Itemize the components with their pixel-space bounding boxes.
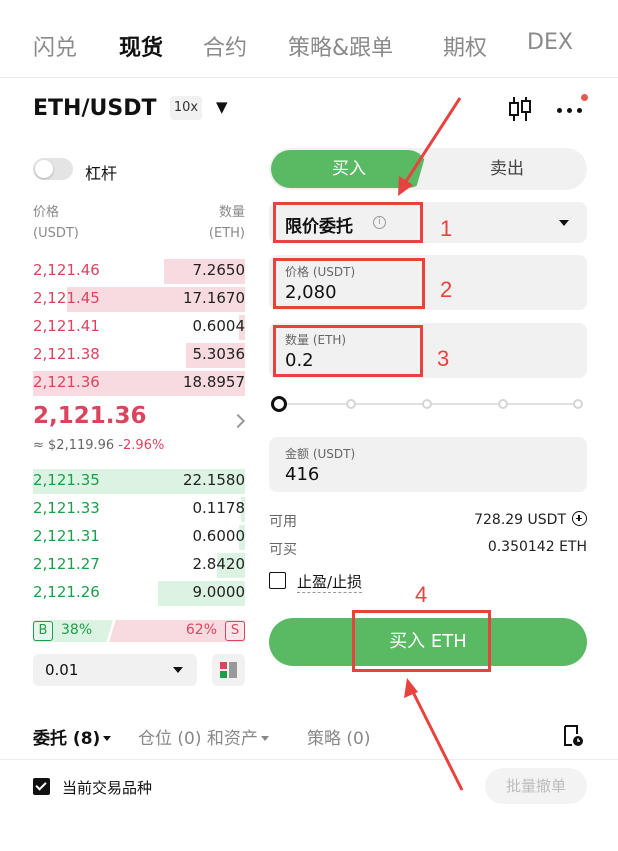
ask-row[interactable]: 2,121.46 7.2650 — [33, 257, 245, 285]
tab-open-orders[interactable]: 委托 (8) — [33, 724, 112, 749]
annotation-number-1: 1 — [440, 216, 453, 241]
sell-badge: S — [225, 621, 245, 641]
can-buy-label: 可买 — [269, 542, 297, 558]
pair-bar: ETH/USDT 10x ▼ — [0, 88, 618, 134]
price-change: -2.96% — [118, 438, 165, 453]
amount-value[interactable]: 416 — [285, 464, 319, 485]
available-row: 可用 728.29 USDT — [269, 511, 587, 531]
amount-label: 金额 (USDT) — [285, 447, 356, 461]
orderbook-layout-icon[interactable] — [212, 654, 245, 686]
slider-stop[interactable] — [573, 399, 583, 409]
slider-handle[interactable] — [271, 396, 287, 412]
bid-row[interactable]: 2,121.35 22.1580 — [33, 467, 245, 495]
buy-sell-switch: 买入 卖出 — [269, 148, 587, 190]
tab-positions-assets[interactable]: 仓位 (0) 和资产 — [138, 724, 269, 749]
slider-stop[interactable] — [346, 399, 356, 409]
fiat-price-row: ≈ $2,119.96 -2.96% — [33, 438, 164, 453]
caret-down-icon — [103, 736, 112, 741]
tab-swap[interactable]: 闪兑 — [33, 30, 77, 62]
chevron-right-icon[interactable] — [230, 413, 246, 429]
caret-down-icon — [173, 667, 183, 673]
add-funds-icon[interactable] — [572, 511, 587, 526]
caret-down-icon — [260, 736, 269, 741]
buy-ratio: 38% — [61, 622, 93, 638]
tab-options[interactable]: 期权 — [443, 30, 487, 62]
precision-select[interactable]: 0.01 — [33, 654, 197, 686]
bid-row[interactable]: 2,121.26 9.0000 — [33, 579, 245, 607]
orderbook-bids: 2,121.35 22.1580 2,121.33 0.1178 2,121.31 0… — [33, 467, 245, 607]
slider-stop[interactable] — [422, 399, 432, 409]
tab-futures[interactable]: 合约 — [203, 30, 247, 62]
margin-toggle[interactable] — [33, 158, 73, 180]
slider-stop[interactable] — [498, 399, 508, 409]
buy-sell-ratio: B 38% 62% S — [33, 620, 245, 642]
tpsl-label[interactable]: 止盈/止损 — [297, 571, 363, 593]
annotation-number-2: 2 — [440, 277, 453, 302]
bid-row[interactable]: 2,121.31 0.6000 — [33, 523, 245, 551]
sell-ratio: 62% — [185, 622, 217, 638]
tab-spot[interactable]: 现货 — [119, 30, 163, 62]
current-pair-checkbox[interactable] — [33, 778, 50, 795]
pair-dropdown-icon[interactable]: ▼ — [216, 98, 228, 116]
tab-dex[interactable]: DEX — [527, 30, 573, 55]
annotation-box-2 — [273, 258, 425, 309]
last-price: 2,121.36 — [33, 403, 147, 429]
top-nav: 闪兑 现货 合约 策略&跟单 期权 DEX — [0, 0, 618, 78]
margin-label: 杠杆 — [85, 164, 118, 183]
tpsl-checkbox[interactable] — [269, 572, 286, 589]
leverage-badge: 10x — [170, 96, 202, 120]
more-menu-icon[interactable] — [555, 94, 588, 122]
pair-symbol[interactable]: ETH/USDT — [33, 96, 156, 121]
can-buy-value: 0.350142 ETH — [487, 539, 587, 555]
tab-strategy-orders[interactable]: 策略 (0) — [307, 724, 370, 749]
amount-input[interactable]: 金额 (USDT) 416 — [269, 437, 587, 492]
notification-dot — [581, 94, 588, 101]
annotation-number-3: 3 — [437, 346, 450, 371]
available-value: 728.29 USDT — [474, 512, 566, 528]
candlestick-chart-icon[interactable] — [505, 94, 535, 124]
available-label: 可用 — [269, 514, 297, 530]
buy-tab[interactable]: 买入 — [271, 150, 427, 188]
annotation-box-4 — [352, 610, 491, 672]
orderbook-price-header: 价格 (USDT) — [33, 205, 79, 241]
current-pair-label: 当前交易品种 — [62, 779, 153, 797]
orderbook-qty-header: 数量 (ETH) — [208, 205, 245, 241]
bid-row[interactable]: 2,121.33 0.1178 — [33, 495, 245, 523]
sell-tab[interactable]: 卖出 — [429, 150, 585, 188]
batch-cancel-button[interactable]: 批量撤单 — [485, 768, 587, 804]
fiat-price: ≈ $2,119.96 — [33, 438, 115, 453]
bid-row[interactable]: 2,121.27 2.8420 — [33, 551, 245, 579]
can-buy-row: 可买 0.350142 ETH — [269, 539, 587, 559]
bottom-tabs: 委托 (8) 仓位 (0) 和资产 策略 (0) — [0, 718, 618, 760]
tab-strategy-copy[interactable]: 策略&跟单 — [288, 30, 393, 62]
ask-row[interactable]: 2,121.38 5.3036 — [33, 341, 245, 369]
buy-badge: B — [33, 621, 53, 641]
annotation-box-3 — [273, 325, 423, 377]
annotation-number-4: 4 — [415, 582, 428, 607]
ask-row[interactable]: 2,121.36 18.8957 — [33, 369, 245, 397]
annotation-box-1 — [273, 202, 423, 243]
ask-row[interactable]: 2,121.45 17.1670 — [33, 285, 245, 313]
amount-slider[interactable] — [271, 396, 585, 412]
order-history-icon[interactable] — [562, 724, 584, 748]
ask-row[interactable]: 2,121.41 0.6004 — [33, 313, 245, 341]
orderbook-asks: 2,121.46 7.2650 2,121.45 17.1670 2,121.41 0… — [33, 257, 245, 397]
caret-down-icon — [559, 220, 569, 226]
